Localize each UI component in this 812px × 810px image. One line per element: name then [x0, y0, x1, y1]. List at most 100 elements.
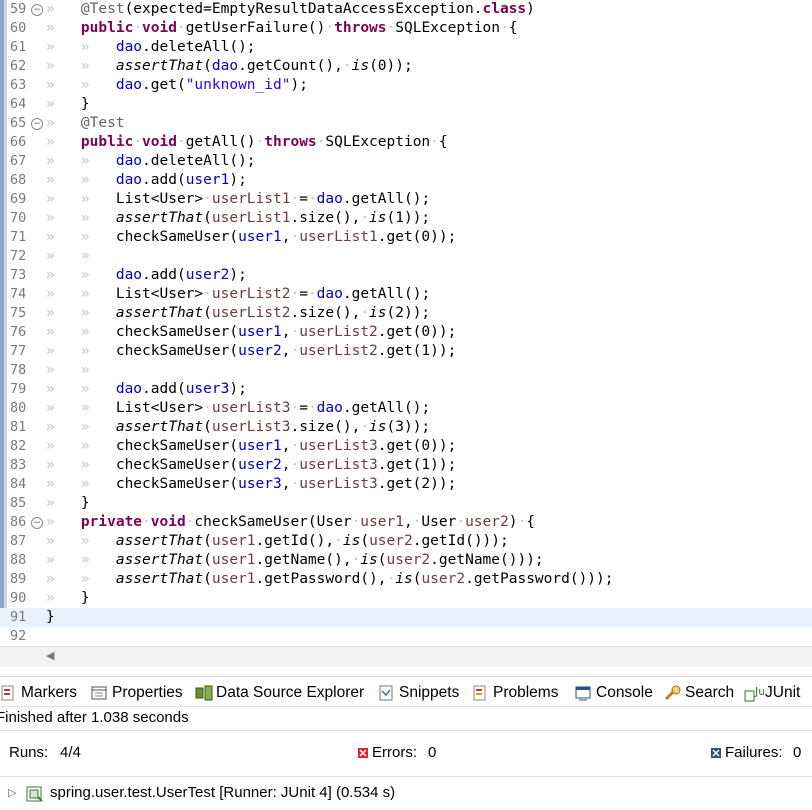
- horizontal-scrollbar[interactable]: ◀: [0, 646, 812, 667]
- code-text: » » List<User>·userList3·=·dao.getAll();: [46, 400, 431, 416]
- code-text: » @Test(expected=EmptyResultDataAccessEx…: [46, 1, 535, 17]
- code-line[interactable]: 81 » » assertThat(userList3.size(),·is(3)…: [0, 418, 812, 437]
- code-text: » » assertThat(user1.getPassword(),·is(u…: [46, 571, 614, 587]
- code-line[interactable]: 65−» @Test: [0, 114, 812, 133]
- code-line[interactable]: 92: [0, 627, 812, 646]
- tab-problems[interactable]: Problems: [472, 682, 558, 704]
- code-text: » public·void·getAll()·throws·SQLExcepti…: [46, 134, 448, 150]
- code-text: » » List<User>·userList2·=·dao.getAll();: [46, 286, 431, 302]
- code-line[interactable]: 91}: [0, 608, 812, 627]
- error-icon: [357, 740, 369, 775]
- code-line[interactable]: 80 » » List<User>·userList3·=·dao.getAll(…: [0, 399, 812, 418]
- failures-label: Failures:: [725, 744, 783, 761]
- tab-label: Snippets: [399, 684, 460, 701]
- line-number: 74: [10, 286, 27, 302]
- code-text: » }: [46, 96, 90, 112]
- line-number: 89: [10, 571, 27, 587]
- code-line[interactable]: 66 » public·void·getAll()·throws·SQLExcep…: [0, 133, 812, 152]
- junit-icon: Ju: [744, 685, 765, 702]
- code-line[interactable]: 60 » public·void·getUserFailure()·throws·…: [0, 19, 812, 38]
- code-text: » » assertThat(userList3.size(),·is(3));: [46, 419, 431, 435]
- markers-icon: [0, 685, 16, 701]
- code-line[interactable]: 63 » » dao.get("unknown_id");: [0, 76, 812, 95]
- line-number: 79: [10, 381, 27, 397]
- code-editor[interactable]: 59−» @Test(expected=EmptyResultDataAcces…: [0, 0, 812, 646]
- code-line[interactable]: 84 » » checkSameUser(user3,·userList3.get…: [0, 475, 812, 494]
- code-text: » » dao.add(user1);: [46, 172, 247, 188]
- code-line[interactable]: 90 » }: [0, 589, 812, 608]
- code-line[interactable]: 72 » »: [0, 247, 812, 266]
- search-icon: [664, 685, 681, 701]
- scroll-left-icon[interactable]: ◀: [46, 649, 54, 662]
- fold-toggle-icon[interactable]: −: [31, 4, 43, 16]
- line-number: 76: [10, 324, 27, 340]
- line-number: 78: [10, 362, 27, 378]
- code-line[interactable]: 62 » » assertThat(dao.getCount(),·is(0));: [0, 57, 812, 76]
- code-line[interactable]: 82 » » checkSameUser(user1,·userList3.get…: [0, 437, 812, 456]
- junit-counters: Runs: 4/4 Errors: 0 Failures: 0: [0, 740, 812, 766]
- tab-properties[interactable]: Properties: [91, 682, 183, 704]
- code-line[interactable]: 85 » }: [0, 494, 812, 513]
- code-line[interactable]: 76 » » checkSameUser(user1,·userList2.get…: [0, 323, 812, 342]
- code-text: » »: [46, 248, 116, 264]
- code-line[interactable]: 71 » » checkSameUser(user1,·userList1.get…: [0, 228, 812, 247]
- fold-toggle-icon[interactable]: −: [31, 517, 43, 529]
- line-number: 66: [10, 134, 27, 150]
- code-line[interactable]: 74 » » List<User>·userList2·=·dao.getAll(…: [0, 285, 812, 304]
- code-text: » » checkSameUser(user2,·userList3.get(1…: [46, 457, 457, 473]
- code-line[interactable]: 70 » » assertThat(userList1.size(),·is(1)…: [0, 209, 812, 228]
- code-line[interactable]: 87 » » assertThat(user1.getId(),·is(user2…: [0, 532, 812, 551]
- failure-icon: [710, 740, 722, 775]
- divider: [0, 776, 812, 777]
- code-line[interactable]: 68 » » dao.add(user1);: [0, 171, 812, 190]
- code-line[interactable]: 64 » }: [0, 95, 812, 114]
- line-number: 63: [10, 77, 27, 93]
- code-line[interactable]: 61 » » dao.deleteAll();: [0, 38, 812, 57]
- code-text: » » checkSameUser(user1,·userList3.get(0…: [46, 438, 457, 454]
- code-line[interactable]: 73 » » dao.add(user2);: [0, 266, 812, 285]
- test-tree: ▷ spring.user.test.UserTest [Runner: JUn…: [0, 782, 812, 804]
- tab-junit[interactable]: Ju JUnit: [744, 682, 801, 704]
- tab-data-source-explorer[interactable]: Data Source Explorer: [195, 682, 364, 704]
- view-tabs: Markers Properties Data Source Explorer …: [0, 676, 812, 707]
- line-number: 70: [10, 210, 27, 226]
- line-number: 60: [10, 20, 27, 36]
- code-text: » public·void·getUserFailure()·throws·SQ…: [46, 20, 518, 36]
- line-number: 68: [10, 172, 27, 188]
- code-text: » @Test: [46, 115, 125, 131]
- junit-status: Finished after 1.038 seconds: [0, 707, 812, 729]
- code-line[interactable]: 79 » » dao.add(user3);: [0, 380, 812, 399]
- code-line[interactable]: 67 » » dao.deleteAll();: [0, 152, 812, 171]
- line-number: 64: [10, 96, 27, 112]
- code-line[interactable]: 89 » » assertThat(user1.getPassword(),·is…: [0, 570, 812, 589]
- fold-toggle-icon[interactable]: −: [31, 118, 43, 130]
- tab-label: Console: [596, 684, 653, 701]
- line-number: 77: [10, 343, 27, 359]
- tree-item-usertest[interactable]: spring.user.test.UserTest [Runner: JUnit…: [50, 782, 395, 804]
- code-line[interactable]: 59−» @Test(expected=EmptyResultDataAcces…: [0, 0, 812, 19]
- tab-console[interactable]: Console: [575, 682, 653, 704]
- line-number: 86: [10, 514, 27, 530]
- problems-icon: [472, 685, 488, 701]
- code-line[interactable]: 77 » » checkSameUser(user2,·userList2.get…: [0, 342, 812, 361]
- tab-snippets[interactable]: Snippets: [378, 682, 459, 704]
- line-number: 90: [10, 590, 27, 606]
- tab-search[interactable]: Search: [664, 682, 734, 704]
- code-line[interactable]: 75 » » assertThat(userList2.size(),·is(2)…: [0, 304, 812, 323]
- code-line[interactable]: 86−» private·void·checkSameUser(User·use…: [0, 513, 812, 532]
- svg-text:Ju: Ju: [754, 685, 764, 698]
- code-line[interactable]: 69 » » List<User>·userList1·=·dao.getAll(…: [0, 190, 812, 209]
- tab-label: Markers: [21, 684, 77, 701]
- code-text: » » dao.add(user3);: [46, 381, 247, 397]
- expand-arrow-icon[interactable]: ▷: [8, 782, 16, 804]
- runs-value: 4/4: [60, 744, 81, 761]
- properties-icon: [91, 685, 107, 701]
- errors-value: 0: [428, 744, 437, 761]
- code-line[interactable]: 88 » » assertThat(user1.getName(),·is(use…: [0, 551, 812, 570]
- code-line[interactable]: 78 » »: [0, 361, 812, 380]
- tab-markers[interactable]: Markers: [0, 682, 77, 704]
- code-line[interactable]: 83 » » checkSameUser(user2,·userList3.get…: [0, 456, 812, 475]
- code-text: » }: [46, 590, 90, 606]
- test-suite-icon: [26, 785, 46, 810]
- tab-label: Data Source Explorer: [216, 684, 365, 701]
